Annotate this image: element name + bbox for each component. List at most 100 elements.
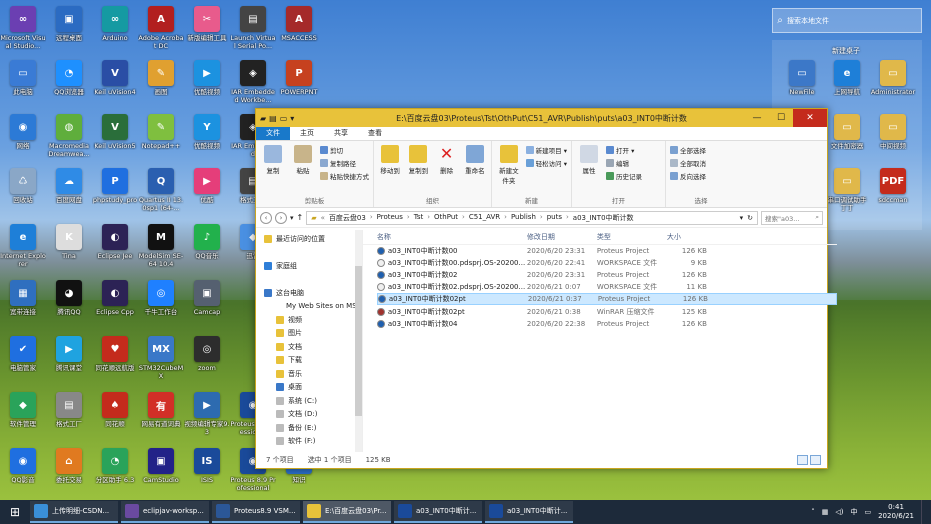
desktop.icons_left-icon-39[interactable]: ♥ 同花顺远航版 <box>92 336 138 388</box>
file-explorer-window[interactable]: ▰ ▤ ▭ ▾ E:\百度云盘03\Proteus\Tst\OthPut\C51… <box>255 108 837 469</box>
breadcrumb-separator[interactable]: › <box>540 213 543 223</box>
desktop.icons_left-icon-15[interactable]: ◍ Macromedia Dreamwea... <box>46 114 92 166</box>
nav-scrollbar-thumb[interactable] <box>354 266 362 416</box>
up-arrow-icon[interactable]: ↑ <box>297 213 304 222</box>
desktop.icons_left-icon-37[interactable]: ✔ 电脑管家 <box>0 336 46 388</box>
select-none-button[interactable]: 全部取消 <box>670 158 706 168</box>
desktop.icons_left-icon-52[interactable]: IS ISIS <box>184 448 230 500</box>
rename-button[interactable]: 重命名 <box>463 145 487 195</box>
forward-button[interactable]: › <box>275 211 287 224</box>
address-bar[interactable]: ▰ « 百度云盘03 › Proteus › Tst › OthPut › C51_AVR › Pu… <box>306 210 758 225</box>
desktop.icons_right-icon-1[interactable]: e 上网导航 <box>824 60 870 112</box>
input-language[interactable]: 中 <box>850 507 857 517</box>
desktop.icons_right-icon-4[interactable]: ▭ 中间视频 <box>870 114 916 166</box>
nav-item[interactable]: 最近访问的位置 <box>256 232 362 246</box>
table-row[interactable]: a03_INT0中断计数02pt 2020/6/21 0:37 Proteus Pr… <box>376 293 837 306</box>
column-size[interactable]: 大小 <box>667 232 707 242</box>
clock[interactable]: 0:41 2020/6/21 <box>878 503 914 521</box>
volume-icon[interactable]: ◁) <box>835 508 843 516</box>
folder-search-input[interactable]: 搜索"a03... ⌕ <box>761 210 823 225</box>
open-button[interactable]: 打开 ▾ <box>606 145 642 155</box>
invert-selection-button[interactable]: 反向选择 <box>670 171 706 181</box>
desktop.icons_left-icon-35[interactable]: ◎ 千牛工作台 <box>138 280 184 332</box>
desktop.icons_left-icon-48[interactable]: ◉ QQ影音 <box>0 448 46 500</box>
tab-home[interactable]: 主页 <box>290 126 324 140</box>
title-bar[interactable]: ▰ ▤ ▭ ▾ E:\百度云盘03\Proteus\Tst\OthPut\C51… <box>256 109 827 127</box>
table-row[interactable]: a03_INT0中断计数04 2020/6/20 22:38 Proteus Pro… <box>376 318 837 330</box>
address-dropdown-icon[interactable]: ▾ <box>740 214 744 222</box>
desktop.icons_left-icon-17[interactable]: ✎ Notepad++ <box>138 114 184 166</box>
desktop.icons_left-icon-20[interactable]: ♺ 回收站 <box>0 168 46 220</box>
breadcrumb-item[interactable]: Tst <box>414 213 424 223</box>
breadcrumb-item[interactable]: puts <box>547 213 562 223</box>
desktop.icons_left-icon-13[interactable]: P POWERPNT <box>276 60 322 112</box>
table-row[interactable]: a03_INT0中断计数02 2020/6/20 23:31 Proteus Pro… <box>376 269 837 281</box>
breadcrumb-separator[interactable]: › <box>504 213 507 223</box>
desktop.icons_left-icon-5[interactable]: ▤ Launch Virtual Serial Po... <box>230 6 276 58</box>
desktop.icons_left-icon-36[interactable]: ▣ Camcap <box>184 280 230 332</box>
nav-item[interactable]: 视频 <box>256 313 362 327</box>
desktop.icons_left-icon-23[interactable]: Q Quartus II 13.0sp1 (64-... <box>138 168 184 220</box>
breadcrumb-separator[interactable]: › <box>427 213 430 223</box>
desktop.icons_left-icon-7[interactable]: ▭ 此电脑 <box>0 60 46 112</box>
desktop.icons_left-icon-3[interactable]: A Adobe Acrobat DC <box>138 6 184 58</box>
easy-access-button[interactable]: 轻松访问 ▾ <box>525 158 567 168</box>
history-button[interactable]: 历史记录 <box>606 171 642 181</box>
breadcrumb-item[interactable]: a03_INT0中断计数 <box>573 213 634 223</box>
nav-scrollbar[interactable] <box>354 230 362 452</box>
desktop.icons_left-icon-22[interactable]: Pphpstudy_pro <box>92 168 138 220</box>
column-name[interactable]: 名称 <box>363 232 527 242</box>
desktop.icons_left-icon-18[interactable]: Y 优酷视频 <box>184 114 230 166</box>
desktop.icons_left-icon-11[interactable]: ▶ 优酷视频 <box>184 60 230 112</box>
nav-item[interactable]: 文档 <box>256 340 362 354</box>
taskbar-item[interactable]: Proteus8.9 VSM... <box>212 501 300 523</box>
table-row[interactable]: a03_INT0中断计数00.pdsprj.OS-20200... 2020/6/… <box>376 257 837 269</box>
desktop.icons_left-icon-45[interactable]: 有网易有道词典 <box>138 392 184 444</box>
desktop-search-box[interactable]: ⌕ 搜索本地文件 <box>772 8 922 33</box>
desktop.icons_left-icon-32[interactable]: ▦ 宽带连接 <box>0 280 46 332</box>
column-type[interactable]: 类型 <box>597 232 667 242</box>
nav-item[interactable]: 系统 (C:) <box>256 394 362 408</box>
paste-shortcut-button[interactable]: 粘贴快捷方式 <box>320 171 369 181</box>
table-row[interactable]: a03_INT0中断计数00 2020/6/20 23:31 Proteus Pro… <box>376 245 837 257</box>
maximize-button[interactable]: ☐ <box>769 109 793 127</box>
back-button[interactable]: ‹ <box>260 211 272 224</box>
taskbar-item[interactable]: a03_INT0中断计... <box>485 501 573 523</box>
desktop.icons_left-icon-4[interactable]: ✂ 新版编辑工具 <box>184 6 230 58</box>
properties-button[interactable]: 属性 <box>576 145 602 195</box>
desktop.icons_left-icon-49[interactable]: ⌂ 委托交易 <box>46 448 92 500</box>
nav-item[interactable]: 图片 <box>256 327 362 341</box>
desktop.icons_right-icon-0[interactable]: ▭ NewFile <box>779 60 825 112</box>
desktop.icons_left-icon-50[interactable]: ◔ 分区助手 6.3 <box>92 448 138 500</box>
desktop.icons_left-icon-2[interactable]: ∞ Arduino <box>92 6 138 58</box>
desktop.icons_left-icon-42[interactable]: ◆ 软件管理 <box>0 392 46 444</box>
copy-path-button[interactable]: 复制路径 <box>320 158 369 168</box>
breadcrumb-item[interactable]: C51_AVR <box>469 213 500 223</box>
nav-item[interactable]: 这台电脑 <box>256 286 362 300</box>
close-button[interactable]: ✕ <box>793 109 827 127</box>
desktop.icons_left-icon-43[interactable]: ▤ 格式工厂 <box>46 392 92 444</box>
desktop.icons_left-icon-41[interactable]: ◎ zoom <box>184 336 230 388</box>
minimize-button[interactable]: — <box>745 109 769 127</box>
desktop.icons_left-icon-14[interactable]: ◉ 网络 <box>0 114 46 166</box>
breadcrumb-item[interactable]: 百度云盘03 <box>329 213 366 223</box>
breadcrumb-separator[interactable]: › <box>407 213 410 223</box>
details-view-button[interactable] <box>797 455 808 465</box>
breadcrumb-separator[interactable]: › <box>370 213 373 223</box>
desktop.icons_left-icon-28[interactable]: ◐ Eclipse Jee <box>92 224 138 276</box>
breadcrumb-item[interactable]: Proteus <box>377 213 403 223</box>
desktop.icons_left-icon-46[interactable]: ▶ 视频编辑专家9.3 <box>184 392 230 444</box>
keyboard-icon[interactable]: ▭ <box>864 508 871 516</box>
table-row[interactable]: a03_INT0中断计数02pt 2020/6/21 0:38 WinRAR 压缩文… <box>376 305 837 317</box>
breadcrumb-item[interactable]: OthPut <box>434 213 458 223</box>
desktop.icons_left-icon-21[interactable]: ☁ 百度网盘 <box>46 168 92 220</box>
taskbar-item[interactable]: a03_INT0中断计... <box>394 501 482 523</box>
refresh-icon[interactable]: ↻ <box>747 214 753 222</box>
nav-item[interactable]: 备份 (E:) <box>256 421 362 435</box>
show-desktop-button[interactable] <box>921 500 925 524</box>
network-icon[interactable]: ▦ <box>822 508 829 516</box>
desktop.icons_left-icon-6[interactable]: A MSACCESS <box>276 6 322 58</box>
nav-item[interactable]: 下载 <box>256 354 362 368</box>
desktop.icons_left-icon-24[interactable]: ▶ 优酷 <box>184 168 230 220</box>
nav-item[interactable]: 软件 (F:) <box>256 435 362 449</box>
